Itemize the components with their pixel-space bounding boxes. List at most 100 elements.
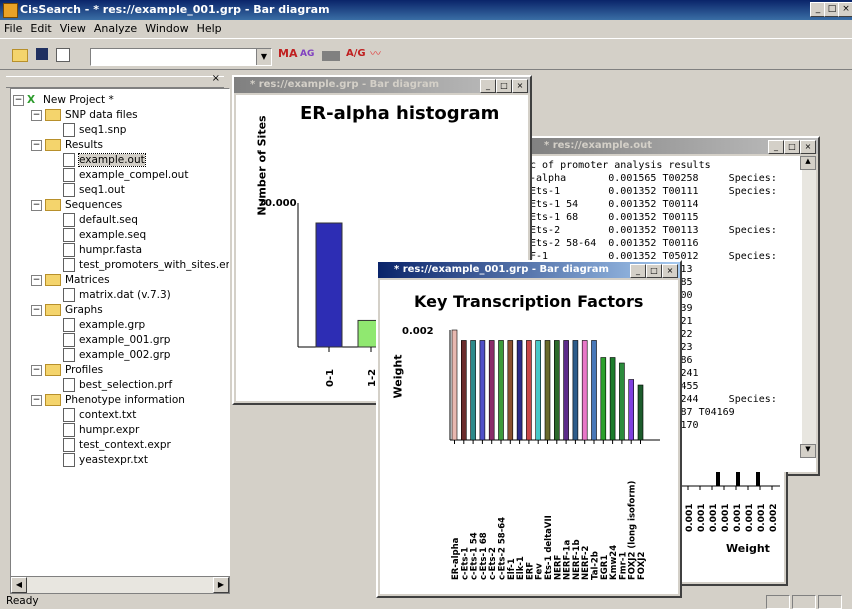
tree-file-item[interactable]: example.seq — [63, 228, 146, 243]
ktf-ylabel: Weight — [391, 354, 405, 399]
menu-edit[interactable]: Edit — [26, 20, 55, 37]
close-button[interactable]: × — [838, 2, 852, 17]
tree-file-item[interactable]: yeastexpr.txt — [63, 453, 148, 468]
ktf-window-maximize[interactable]: □ — [646, 264, 662, 278]
ktf-bar — [461, 340, 467, 441]
tree-file-item[interactable]: example_001.grp — [63, 333, 170, 348]
tree-root-project[interactable]: − X New Project * — [13, 93, 114, 108]
collapse-toggle-icon[interactable]: − — [31, 109, 42, 121]
chevron-down-icon[interactable]: ▼ — [256, 49, 271, 65]
menu-analyze[interactable]: Analyze — [90, 20, 141, 37]
app-title-bar[interactable]: CisSearch - * res://example_001.grp - Ba… — [0, 0, 852, 20]
collapse-toggle-icon[interactable]: − — [13, 94, 24, 106]
scroll-left-icon[interactable]: ◀ — [11, 577, 27, 593]
collapse-toggle-icon[interactable]: − — [31, 139, 42, 151]
collapse-toggle-icon[interactable]: − — [31, 199, 42, 211]
weight-tick-label: 0.001 — [757, 504, 767, 532]
save-disk-icon[interactable] — [36, 48, 48, 60]
histogram-window-minimize[interactable]: _ — [480, 79, 496, 93]
tree-file-item[interactable]: default.seq — [63, 213, 138, 228]
tree-folder[interactable]: − Matrices — [31, 273, 110, 288]
wave-tool-icon[interactable]: 〰 — [370, 46, 381, 62]
open-folder-icon[interactable] — [12, 49, 28, 62]
menu-help[interactable]: Help — [193, 20, 226, 37]
status-panel-3 — [818, 595, 842, 609]
ktf-window-minimize[interactable]: _ — [630, 264, 646, 278]
menu-file[interactable]: File — [0, 20, 26, 37]
search-combo[interactable]: ▼ — [90, 48, 272, 66]
tree-file-item[interactable]: humpr.fasta — [63, 243, 142, 258]
key-tf-chart-window[interactable]: * res://example_001.grp - Bar diagram _ … — [376, 260, 682, 598]
ktf-bar — [581, 340, 588, 441]
tree-file-item[interactable]: example.out — [63, 153, 146, 168]
vertical-scrollbar[interactable] — [802, 156, 816, 458]
histogram-bar — [315, 222, 343, 348]
folder-icon — [45, 304, 61, 316]
table-icon[interactable] — [56, 48, 70, 62]
file-icon — [63, 318, 75, 332]
ag-tool-button[interactable]: AG — [300, 46, 314, 62]
tree-file-item[interactable]: seq1.out — [63, 183, 125, 198]
weight-tick-label: 0.001 — [733, 504, 743, 532]
scroll-down-icon[interactable]: ▼ — [800, 444, 816, 458]
project-icon: X — [27, 94, 36, 106]
tree-item-label: example.seq — [79, 229, 147, 241]
collapse-toggle-icon[interactable]: − — [31, 364, 42, 376]
tree-folder[interactable]: − SNP data files — [31, 108, 138, 123]
project-tree[interactable]: − X New Project * − SNP data files seq1.snp − R… — [10, 88, 230, 578]
tree-folder[interactable]: − Graphs — [31, 303, 103, 318]
text-window-minimize[interactable]: _ — [768, 140, 784, 154]
scroll-right-icon[interactable]: ▶ — [213, 577, 229, 593]
text-window-maximize[interactable]: □ — [784, 140, 800, 154]
file-icon — [63, 378, 75, 392]
file-icon — [63, 408, 75, 422]
tree-item-label: best_selection.prf — [79, 379, 173, 391]
ag-slash-tool-button[interactable]: A/G — [346, 46, 366, 62]
ktf-bar — [488, 340, 495, 441]
chart-tool-icon[interactable] — [322, 51, 340, 61]
app-icon — [3, 3, 18, 18]
tree-item-label: humpr.fasta — [79, 244, 143, 256]
ktf-bar — [628, 379, 634, 441]
tree-folder[interactable]: − Phenotype information — [31, 393, 185, 408]
weight-xlabel: Weight — [726, 542, 770, 555]
tree-folder[interactable]: − Results — [31, 138, 103, 153]
tree-file-item[interactable]: test_context.expr — [63, 438, 171, 453]
histogram-window-maximize[interactable]: □ — [496, 79, 512, 93]
tree-item-label: seq1.out — [79, 184, 125, 196]
tree-horizontal-scrollbar[interactable]: ◀ ▶ — [10, 576, 230, 594]
menu-view[interactable]: View — [56, 20, 90, 37]
ktf-bar — [507, 340, 514, 441]
ma-tool-button[interactable]: MA — [278, 46, 297, 62]
tree-file-item[interactable]: example_compel.out — [63, 168, 188, 183]
tree-file-item[interactable]: example.grp — [63, 318, 145, 333]
weight-chart-window[interactable]: 0.001 0.001 0.001 0.001 0.001 0.001 0.001 0.002… — [672, 472, 788, 586]
tree-file-item[interactable]: matrix.dat (v.7.3) — [63, 288, 171, 303]
tree-folder[interactable]: − Sequences — [31, 198, 122, 213]
collapse-toggle-icon[interactable]: − — [31, 274, 42, 286]
collapse-toggle-icon[interactable]: − — [31, 304, 42, 316]
ktf-window-close[interactable]: × — [662, 264, 678, 278]
collapse-toggle-icon[interactable]: − — [31, 394, 42, 406]
tree-file-item[interactable]: seq1.snp — [63, 123, 126, 138]
tree-file-item[interactable]: best_selection.prf — [63, 378, 172, 393]
tree-folder[interactable]: − Profiles — [31, 363, 103, 378]
scroll-up-icon[interactable]: ▲ — [800, 156, 816, 170]
menu-window[interactable]: Window — [141, 20, 192, 37]
file-icon — [63, 288, 75, 302]
histogram-window-close[interactable]: × — [512, 79, 528, 93]
close-panel-icon[interactable]: × — [212, 73, 220, 84]
tree-item-label: Matrices — [65, 274, 110, 286]
weight-bar — [736, 472, 740, 486]
tree-file-item[interactable]: example_002.grp — [63, 348, 170, 363]
text-window-close[interactable]: × — [800, 140, 816, 154]
tree-item-label: context.txt — [79, 409, 137, 421]
tree-file-item[interactable]: test_promoters_with_sites.emb — [63, 258, 229, 273]
text-output-line: Ets-1 54 0.001352 T00114 — [530, 199, 699, 210]
tree-item-label: Phenotype information — [65, 394, 185, 406]
tree-file-item[interactable]: humpr.expr — [63, 423, 139, 438]
tree-item-label: example_001.grp — [79, 334, 171, 346]
file-icon — [63, 348, 75, 362]
tree-file-item[interactable]: context.txt — [63, 408, 136, 423]
file-icon — [63, 228, 75, 242]
